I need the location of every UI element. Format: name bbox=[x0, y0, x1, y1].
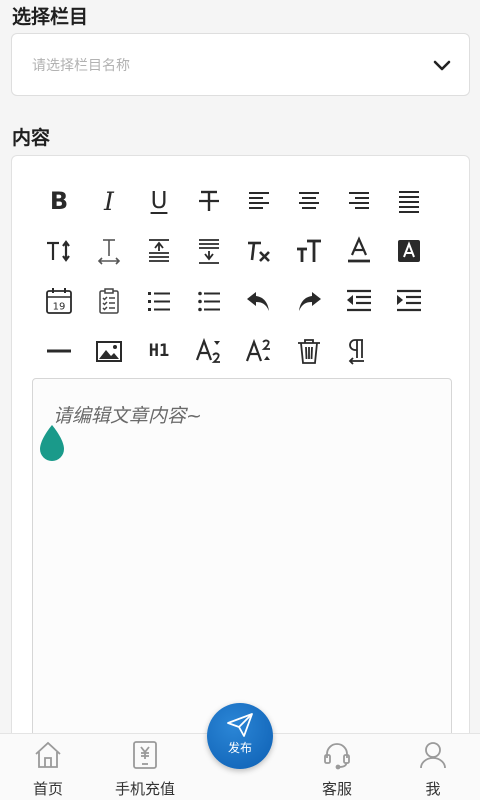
align-justify-button[interactable] bbox=[384, 178, 434, 224]
superscript-icon bbox=[245, 338, 270, 362]
paragraph-direction-button[interactable] bbox=[334, 328, 384, 374]
redo-button[interactable] bbox=[284, 278, 334, 324]
underline-button[interactable]: U bbox=[134, 178, 184, 224]
checklist-icon bbox=[99, 288, 119, 314]
user-icon bbox=[420, 742, 446, 769]
line-height-icon bbox=[47, 240, 70, 262]
column-select[interactable]: 请选择栏目名称 bbox=[11, 33, 470, 96]
chevron-down-icon[interactable] bbox=[431, 54, 453, 76]
strikethrough-button[interactable] bbox=[184, 178, 234, 224]
italic-icon: I bbox=[104, 186, 114, 216]
trash-icon bbox=[298, 339, 320, 364]
background-color-icon bbox=[398, 240, 420, 262]
heading-1-button[interactable]: H1 bbox=[134, 328, 184, 374]
nav-me-label: 我 bbox=[425, 780, 441, 798]
indent-button[interactable] bbox=[384, 278, 434, 324]
nav-recharge-label: 手机充值 bbox=[114, 780, 175, 798]
calendar-day-label: 19 bbox=[53, 302, 66, 313]
ordered-list-icon bbox=[148, 292, 170, 311]
paragraph-spacing-before-icon bbox=[149, 239, 169, 262]
superscript-button[interactable] bbox=[234, 328, 284, 374]
publish-label: 发布 bbox=[227, 741, 252, 755]
home-icon bbox=[35, 741, 61, 768]
insert-image-button[interactable] bbox=[84, 328, 134, 374]
clear-format-icon bbox=[248, 241, 270, 262]
paper-plane-icon bbox=[227, 713, 253, 737]
delete-button[interactable] bbox=[284, 328, 334, 374]
insert-date-button[interactable]: 19 bbox=[34, 278, 84, 324]
toolbar-row: 19 bbox=[34, 276, 434, 326]
paragraph-spacing-before-button[interactable] bbox=[134, 228, 184, 274]
editor-toolbar: B I U 19 H1 bbox=[34, 176, 434, 376]
font-size-icon bbox=[297, 239, 321, 262]
heading-1-icon: H1 bbox=[148, 341, 170, 361]
publish-button[interactable]: 发布 bbox=[207, 703, 273, 769]
ordered-list-button[interactable] bbox=[134, 278, 184, 324]
nav-service-label: 客服 bbox=[321, 780, 352, 798]
strikethrough-icon bbox=[199, 190, 219, 211]
redo-icon bbox=[299, 292, 321, 311]
outdent-button[interactable] bbox=[334, 278, 384, 324]
align-center-icon bbox=[299, 192, 319, 209]
undo-icon bbox=[247, 292, 269, 311]
text-cursor-handle-icon[interactable] bbox=[37, 423, 67, 463]
outdent-icon bbox=[347, 289, 371, 312]
paragraph-icon bbox=[348, 339, 364, 365]
toolbar-row: H1 bbox=[34, 326, 434, 376]
nav-service[interactable]: 客服 bbox=[292, 740, 382, 799]
font-color-icon bbox=[348, 236, 370, 263]
line-height-button[interactable] bbox=[34, 228, 84, 274]
letter-spacing-icon bbox=[97, 239, 121, 265]
horizontal-rule-icon bbox=[47, 349, 71, 353]
phone-recharge-icon bbox=[133, 741, 157, 769]
editor-placeholder: 请编辑文章内容~ bbox=[53, 405, 202, 427]
align-justify-icon bbox=[399, 191, 419, 213]
toolbar-row bbox=[34, 226, 434, 276]
clear-format-button[interactable] bbox=[234, 228, 284, 274]
image-icon bbox=[96, 341, 122, 362]
align-left-icon bbox=[249, 192, 269, 209]
underline-icon: U bbox=[150, 188, 168, 214]
nav-recharge[interactable]: 手机充值 bbox=[100, 740, 190, 799]
paragraph-spacing-after-button[interactable] bbox=[184, 228, 234, 274]
background-color-button[interactable] bbox=[384, 228, 434, 274]
bold-button[interactable]: B bbox=[34, 178, 84, 224]
bold-icon: B bbox=[49, 187, 69, 215]
align-center-button[interactable] bbox=[284, 178, 334, 224]
align-right-button[interactable] bbox=[334, 178, 384, 224]
subscript-button[interactable] bbox=[184, 328, 234, 374]
italic-button[interactable]: I bbox=[84, 178, 134, 224]
content-section-title: 内容 bbox=[12, 127, 51, 149]
font-color-button[interactable] bbox=[334, 228, 384, 274]
nav-home[interactable]: 首页 bbox=[3, 740, 93, 799]
align-right-icon bbox=[349, 192, 369, 209]
column-select-placeholder: 请选择栏目名称 bbox=[32, 57, 130, 74]
toolbar-row: B I U bbox=[34, 176, 434, 226]
horizontal-rule-button[interactable] bbox=[34, 328, 84, 374]
letter-spacing-button[interactable] bbox=[84, 228, 134, 274]
column-section-title: 选择栏目 bbox=[12, 6, 89, 28]
subscript-icon bbox=[195, 337, 220, 363]
font-size-button[interactable] bbox=[284, 228, 334, 274]
calendar-icon: 19 bbox=[46, 288, 72, 314]
headset-icon bbox=[324, 743, 350, 770]
checklist-button[interactable] bbox=[84, 278, 134, 324]
align-left-button[interactable] bbox=[234, 178, 284, 224]
unordered-list-button[interactable] bbox=[184, 278, 234, 324]
undo-button[interactable] bbox=[234, 278, 284, 324]
nav-me[interactable]: 我 bbox=[388, 740, 478, 799]
unordered-list-icon bbox=[198, 291, 220, 312]
nav-home-label: 首页 bbox=[32, 780, 63, 798]
indent-icon bbox=[397, 289, 421, 312]
paragraph-spacing-after-icon bbox=[199, 239, 219, 264]
